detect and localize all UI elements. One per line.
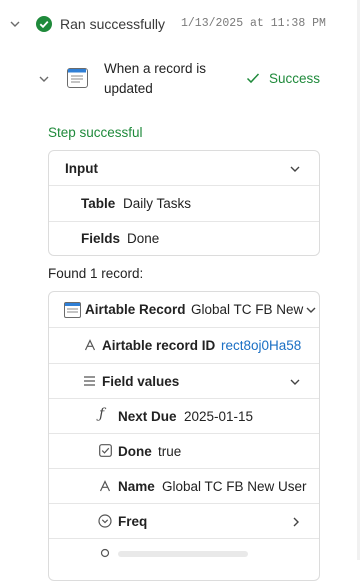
input-field-label: Fields (81, 231, 121, 246)
field-value: true (158, 444, 182, 459)
run-timestamp: 1/13/2025 at 11:38 PM (181, 17, 326, 30)
field-label: Next Due (118, 409, 177, 424)
record-id-label: Airtable record ID (102, 338, 216, 353)
run-header[interactable]: Ran successfully 1/13/2025 at 11:38 PM (0, 0, 360, 48)
input-chevron-down-icon[interactable] (289, 164, 301, 174)
record-card: Airtable Record Global TC FB New Airtabl… (48, 291, 320, 581)
chevron-right-icon[interactable] (291, 516, 301, 528)
field-values-label[interactable]: Field values (102, 374, 179, 389)
field-value: 2025-01-15 (184, 409, 254, 424)
text-field-icon (99, 480, 111, 492)
field-label: Done (118, 444, 152, 459)
input-field-value: Done (127, 231, 160, 246)
text-field-icon (84, 339, 96, 351)
field-label[interactable]: Freq (118, 514, 147, 529)
trigger-step-icon (67, 68, 88, 88)
field-label: Name (118, 479, 155, 494)
field-values-chevron-down-icon[interactable] (289, 377, 301, 387)
formula-icon: ƒ (99, 406, 105, 422)
field-value: Global TC FB New User (162, 479, 307, 494)
step-title[interactable]: When a record is updated (104, 59, 229, 99)
input-field-label: Table (81, 196, 116, 211)
found-records-text: Found 1 record: (48, 266, 144, 281)
input-heading[interactable]: Input (65, 161, 98, 176)
list-icon (84, 376, 95, 386)
input-card: Input Table Daily Tasks Fields Done (48, 150, 320, 256)
step-status-text: Step successful (48, 125, 143, 140)
input-field-value: Daily Tasks (123, 196, 192, 211)
record-label[interactable]: Airtable Record (85, 302, 186, 317)
record-id-link[interactable]: rect8oj0Ha58 (221, 338, 301, 353)
step-chevron-down-icon[interactable] (38, 74, 50, 84)
field-icon (100, 548, 110, 558)
record-chevron-down-icon[interactable] (305, 305, 317, 315)
chevron-down-icon[interactable] (9, 19, 21, 29)
step-result-text: Success (269, 71, 321, 86)
run-status-text: Ran successfully (60, 16, 166, 32)
single-select-icon (98, 514, 112, 528)
success-check-icon (246, 73, 260, 84)
checkbox-icon (99, 444, 112, 457)
cut-off-field-row (118, 551, 248, 557)
record-icon (64, 302, 81, 318)
record-name: Global TC FB New (191, 302, 304, 317)
success-check-icon (36, 16, 52, 32)
